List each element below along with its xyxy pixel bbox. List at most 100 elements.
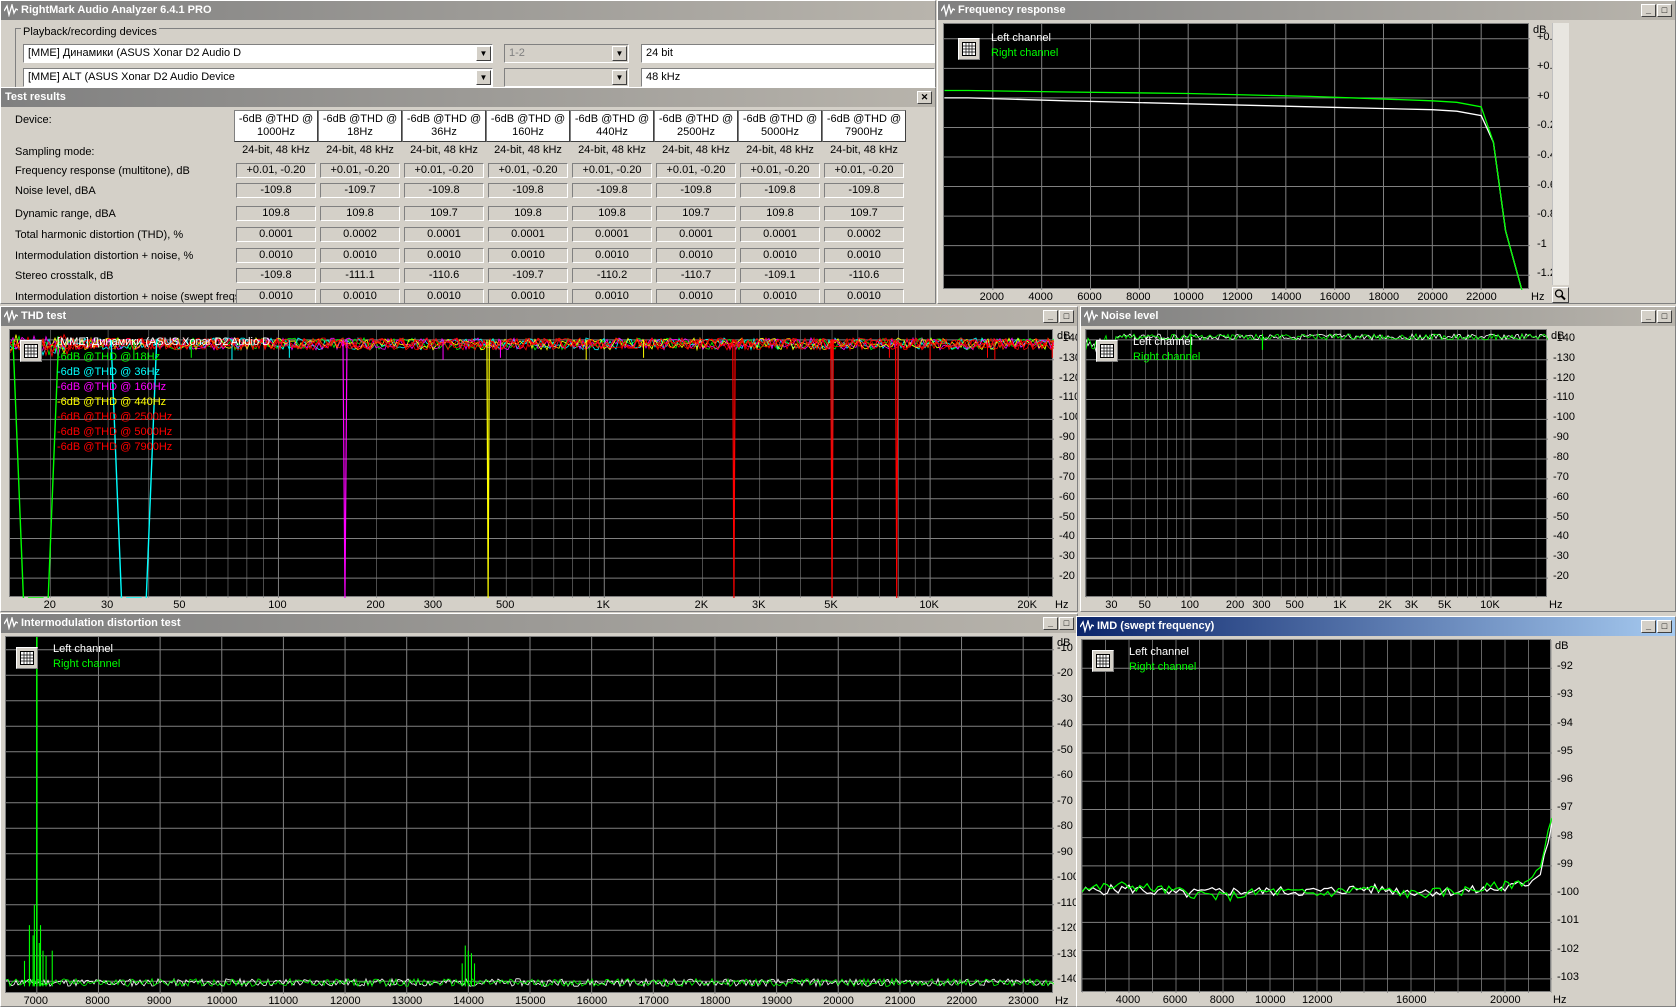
- noise-title: Noise level: [1101, 310, 1159, 322]
- legend-left: Left channel: [1133, 336, 1193, 348]
- x-tick-label: 19000: [761, 995, 793, 1007]
- swept-legend: Left channel Right channel: [1129, 645, 1196, 675]
- maximize-icon[interactable]: □: [1059, 310, 1074, 323]
- y-tick-label: -50: [1059, 510, 1075, 523]
- y-tick-label: -40: [1059, 530, 1075, 543]
- playback-device-select[interactable]: [MME] Динамики (ASUS Xonar D2 Audio D ▼: [23, 44, 493, 63]
- imd-title: Intermodulation distortion test: [21, 617, 181, 629]
- device-column-line2: 160Hz: [512, 126, 544, 138]
- y-tick-label: -95: [1557, 744, 1573, 757]
- device-column-button[interactable]: -6dB @THD @7900Hz: [822, 110, 906, 142]
- chevron-down-icon[interactable]: ▼: [476, 46, 491, 61]
- swept-title: IMD (swept frequency): [1097, 620, 1215, 632]
- maximize-icon[interactable]: □: [1657, 310, 1672, 323]
- test-results-titlebar[interactable]: Test results ✕: [1, 88, 935, 107]
- y-tick-label: -60: [1057, 769, 1073, 782]
- result-row-label: Intermodulation distortion + noise, %: [15, 250, 194, 262]
- swept-plot[interactable]: Left channel Right channel: [1081, 639, 1553, 993]
- rate-field[interactable]: 48 kHz: [641, 68, 935, 87]
- swept-titlebar[interactable]: IMD (swept frequency) _ □: [1077, 617, 1675, 636]
- grid-icon[interactable]: [1092, 650, 1114, 672]
- noise-plot[interactable]: Left channel Right channel: [1085, 329, 1549, 598]
- maximize-icon[interactable]: □: [1657, 620, 1672, 633]
- y-tick-label: -120: [1553, 371, 1576, 384]
- device-column-line1: -6dB @THD @: [826, 113, 902, 125]
- x-tick-label: 17000: [638, 995, 669, 1007]
- thd-legend-entry: -6dB @THD @ 18Hz: [57, 351, 161, 363]
- y-tick-label: -30: [1057, 692, 1073, 705]
- grid-icon[interactable]: [958, 38, 980, 60]
- bits-field[interactable]: 24 bit: [641, 44, 935, 63]
- minimize-icon[interactable]: _: [1641, 620, 1656, 633]
- result-row-label: Dynamic range, dBA: [15, 208, 116, 220]
- minimize-icon[interactable]: _: [1641, 310, 1656, 323]
- device-column-button[interactable]: -6dB @THD @36Hz: [402, 110, 486, 142]
- thd-plot[interactable]: [MME] Динамики (ASUS Xonar D2 Audio D -6d…: [9, 329, 1055, 609]
- minimize-icon[interactable]: _: [1043, 617, 1058, 630]
- chevron-down-icon[interactable]: ▼: [612, 46, 627, 61]
- result-cell: 0.0001: [740, 227, 820, 242]
- y-tick-label: -80: [1057, 820, 1073, 833]
- result-cell: 109.7: [656, 206, 736, 221]
- device-column-button[interactable]: -6dB @THD @440Hz: [570, 110, 654, 142]
- sampling-mode-cell: 24-bit, 48 kHz: [410, 144, 478, 156]
- y-axis-unit: dB: [1555, 640, 1569, 652]
- imd-plot[interactable]: Left channel Right channel: [5, 636, 1055, 994]
- playback-device-value: [MME] Динамики (ASUS Xonar D2 Audio D: [28, 47, 242, 59]
- grid-icon[interactable]: [1096, 340, 1118, 362]
- maximize-icon[interactable]: □: [1059, 617, 1074, 630]
- device-column-button[interactable]: -6dB @THD @5000Hz: [738, 110, 822, 142]
- x-tick-label: 500: [496, 599, 515, 611]
- freq-response-svg: [944, 24, 1530, 303]
- noise-titlebar[interactable]: Noise level _ □: [1081, 307, 1675, 326]
- x-tick-label: 9000: [146, 995, 172, 1007]
- y-tick-label: -140: [1057, 973, 1078, 986]
- x-tick-label: 12000: [330, 995, 361, 1007]
- maximize-icon[interactable]: □: [1657, 4, 1672, 17]
- device-column-line2: 18Hz: [347, 126, 373, 138]
- result-cell: 0.0001: [572, 227, 652, 242]
- result-cell: -109.8: [740, 183, 820, 198]
- x-tick-label: 13000: [391, 995, 423, 1007]
- device-column-button[interactable]: -6dB @THD @1000Hz: [234, 110, 318, 142]
- x-tick-label: 15000: [515, 995, 546, 1007]
- thd-titlebar[interactable]: THD test _ □: [1, 307, 1077, 326]
- freq-response-titlebar[interactable]: Frequency response _ □: [938, 1, 1675, 20]
- imd-titlebar[interactable]: Intermodulation distortion test _ □: [1, 614, 1077, 633]
- close-icon[interactable]: ✕: [917, 91, 932, 104]
- result-cell: 109.7: [824, 206, 904, 221]
- minimize-icon[interactable]: _: [1043, 310, 1058, 323]
- freq-legend: Left channel Right channel: [991, 31, 1058, 61]
- freq-scrollbar[interactable]: [1552, 23, 1569, 285]
- y-tick-label: -103: [1557, 970, 1580, 983]
- x-tick-label: 1K: [596, 599, 611, 611]
- main-titlebar[interactable]: RightMark Audio Analyzer 6.4.1 PRO: [1, 1, 935, 20]
- waveform-icon: [1080, 620, 1094, 633]
- result-cell: +0.01, -0.20: [656, 163, 736, 178]
- device-column-line2: 5000Hz: [761, 126, 799, 138]
- channels-select[interactable]: 1-2 ▼: [504, 44, 629, 63]
- y-tick-label: -98: [1557, 829, 1573, 842]
- chevron-down-icon[interactable]: ▼: [476, 70, 491, 85]
- x-tick-label: 300: [1252, 599, 1271, 611]
- x-axis-unit: Hz: [1553, 994, 1567, 1006]
- x-tick-label: 20000: [1417, 291, 1448, 303]
- y-tick-label: -140: [1553, 331, 1576, 344]
- x-tick-label: 20000: [823, 995, 854, 1007]
- device-column-button[interactable]: -6dB @THD @18Hz: [318, 110, 402, 142]
- device-column-button[interactable]: -6dB @THD @160Hz: [486, 110, 570, 142]
- grid-icon[interactable]: [16, 647, 38, 669]
- magnifier-icon[interactable]: [1552, 287, 1569, 303]
- device-column-button[interactable]: -6dB @THD @2500Hz: [654, 110, 738, 142]
- x-tick-label: 20000: [1490, 994, 1521, 1006]
- result-cell: 109.7: [404, 206, 484, 221]
- freq-response-plot[interactable]: Left channel Right channel: [943, 23, 1530, 303]
- recording-device-select[interactable]: [MME] ALT (ASUS Xonar D2 Audio Device ▼: [23, 68, 493, 87]
- channels2-select[interactable]: ▼: [504, 68, 629, 87]
- result-cell: 0.0010: [572, 289, 652, 303]
- device-column-line1: -6dB @THD @: [238, 113, 314, 125]
- chevron-down-icon[interactable]: ▼: [612, 70, 627, 85]
- minimize-icon[interactable]: _: [1641, 4, 1656, 17]
- grid-icon[interactable]: [20, 340, 42, 362]
- x-tick-label: 5K: [1438, 599, 1452, 611]
